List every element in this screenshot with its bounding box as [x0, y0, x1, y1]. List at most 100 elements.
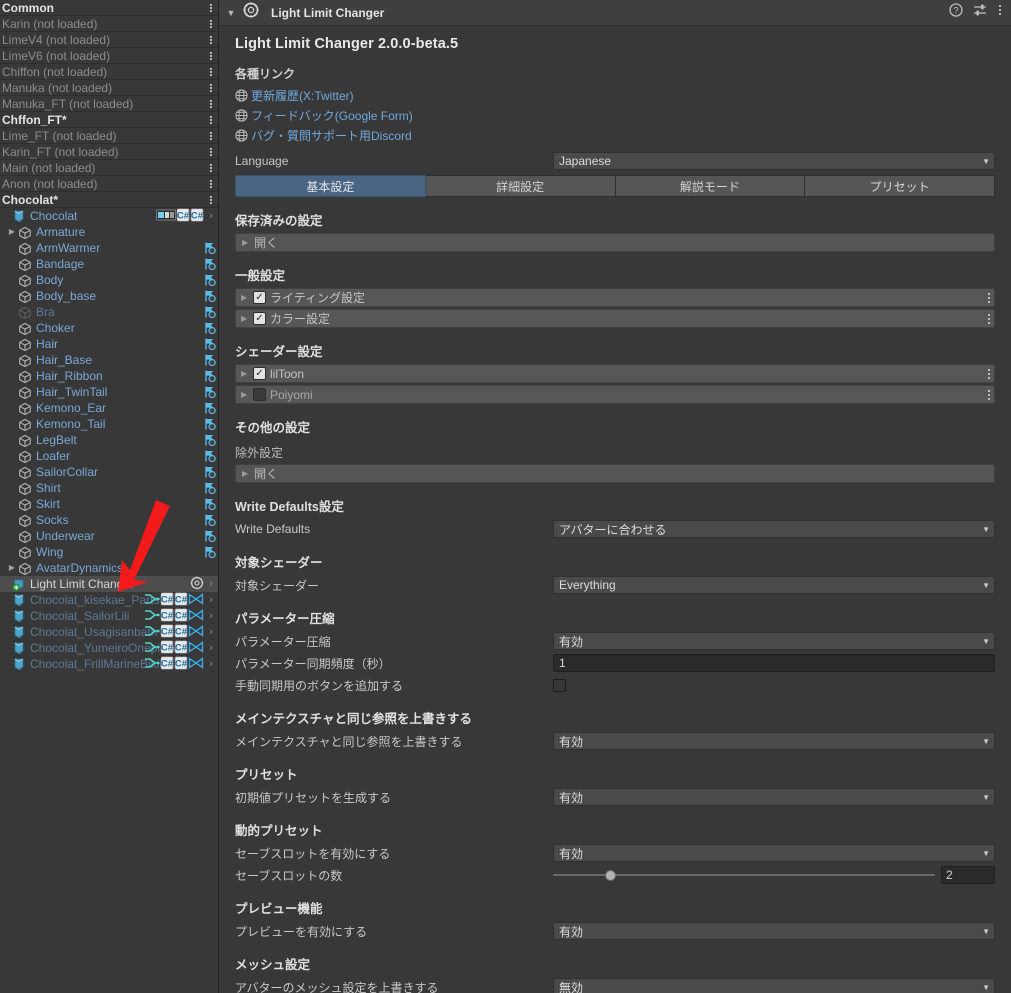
chevron-right-icon[interactable]: ›	[204, 658, 218, 670]
script-icon[interactable]: C#	[160, 607, 174, 625]
hierarchy-item-chocolat-yumeiroonepiece[interactable]: Chocolat_YumeiroOnepiece C# C# ›	[0, 639, 218, 657]
link-row[interactable]: フィードバック(Google Form)	[235, 105, 995, 125]
flag-eye-icon[interactable]	[204, 545, 218, 559]
link-row[interactable]: 更新履歴(X:Twitter)	[235, 85, 995, 105]
scene-row[interactable]: Manuka (not loaded)	[0, 80, 218, 96]
preview-dropdown[interactable]: 有効 ▼	[553, 922, 995, 940]
camera-icon[interactable]	[156, 208, 176, 225]
flag-eye-icon[interactable]	[204, 369, 218, 383]
scene-row[interactable]: Lime_FT (not loaded)	[0, 128, 218, 144]
flag-eye-icon[interactable]	[204, 401, 218, 415]
script-icon[interactable]: C#	[174, 591, 188, 609]
tab-1[interactable]: 詳細設定	[425, 175, 616, 197]
script-icon[interactable]: C#	[174, 655, 188, 673]
hierarchy-item-hair-base[interactable]: Hair_Base	[0, 352, 218, 368]
hierarchy-item-wing[interactable]: Wing	[0, 544, 218, 560]
scene-context-menu-icon[interactable]	[204, 67, 218, 77]
flag-eye-icon[interactable]	[204, 433, 218, 447]
ribbon-icon[interactable]	[188, 608, 204, 625]
main-texture-dropdown[interactable]: 有効 ▼	[553, 732, 995, 750]
mesh-override-dropdown[interactable]: 無効 ▼	[553, 978, 995, 993]
more-menu-icon[interactable]	[997, 3, 1003, 22]
scene-row[interactable]: Karin_FT (not loaded)	[0, 144, 218, 160]
expand-arrow-icon[interactable]: ▶	[6, 224, 18, 240]
flag-eye-icon[interactable]	[204, 273, 218, 287]
link-row[interactable]: バグ・質問サポート用Discord	[235, 125, 995, 145]
flag-eye-icon[interactable]	[204, 321, 218, 335]
param-compress-input-1[interactable]: 1	[553, 654, 995, 672]
hierarchy-item-chocolat-kisekae-parts[interactable]: Chocolat_kisekae_Parts C# C# ›	[0, 591, 218, 609]
hierarchy-item-chocolat-sailorlili[interactable]: Chocolat_SailorLili C# C# ›	[0, 607, 218, 625]
scene-context-menu-icon[interactable]	[204, 131, 218, 141]
flag-eye-icon[interactable]	[204, 305, 218, 319]
scene-row[interactable]: Anon (not loaded)	[0, 176, 218, 192]
flag-eye-icon[interactable]	[204, 337, 218, 351]
merge-icon[interactable]	[144, 592, 160, 609]
flag-eye-icon[interactable]	[204, 353, 218, 367]
tab-0[interactable]: 基本設定	[235, 175, 426, 197]
chevron-right-icon[interactable]: ▶	[241, 369, 249, 378]
gear-icon[interactable]	[190, 576, 204, 593]
preset-dropdown[interactable]: 有効 ▼	[553, 788, 995, 806]
chevron-right-icon[interactable]: ›	[204, 210, 218, 222]
script-icon[interactable]: C#	[160, 591, 174, 609]
save-slot-count-input[interactable]: 2	[941, 866, 995, 884]
hierarchy-panel[interactable]: Common Karin (not loaded) LimeV4 (not load…	[0, 0, 219, 993]
shader-setting-checkbox[interactable]: ✓	[253, 388, 266, 401]
tab-3[interactable]: プリセット	[805, 175, 995, 197]
external-link[interactable]: フィードバック(Google Form)	[251, 107, 413, 124]
flag-eye-icon[interactable]	[204, 465, 218, 479]
scene-row[interactable]: Manuka_FT (not loaded)	[0, 96, 218, 112]
row-menu-icon[interactable]	[988, 313, 990, 325]
general-setting-checkbox[interactable]: ✓	[253, 291, 266, 304]
flag-eye-icon[interactable]	[204, 417, 218, 431]
external-link[interactable]: バグ・質問サポート用Discord	[251, 127, 412, 144]
hierarchy-item-avatardynamics[interactable]: ▶ AvatarDynamics	[0, 560, 218, 576]
general-setting-row-0[interactable]: ▶ ✓ ライティング設定	[235, 288, 995, 307]
shader-setting-row-0[interactable]: ▶ ✓ lilToon	[235, 364, 995, 383]
hierarchy-item-underwear[interactable]: Underwear	[0, 528, 218, 544]
save-slot-count-slider[interactable]	[553, 866, 935, 884]
scene-context-menu-icon[interactable]	[204, 147, 218, 157]
scene-context-menu-icon[interactable]	[204, 195, 218, 205]
scene-row[interactable]: Karin (not loaded)	[0, 16, 218, 32]
script-icon[interactable]: C#	[160, 655, 174, 673]
scene-row[interactable]: Main (not loaded)	[0, 160, 218, 176]
flag-eye-icon[interactable]	[204, 497, 218, 511]
flag-eye-icon[interactable]	[204, 481, 218, 495]
hierarchy-item-legbelt[interactable]: LegBelt	[0, 432, 218, 448]
scene-context-menu-icon[interactable]	[204, 179, 218, 189]
shader-setting-row-1[interactable]: ▶ ✓ Poiyomi	[235, 385, 995, 404]
flag-eye-icon[interactable]	[204, 449, 218, 463]
hierarchy-item-chocolat[interactable]: Chocolat C# C# ›	[0, 207, 218, 225]
scene-context-menu-icon[interactable]	[204, 19, 218, 29]
script-icon[interactable]: C#	[174, 639, 188, 657]
ribbon-icon[interactable]	[188, 624, 204, 641]
flag-eye-icon[interactable]	[204, 385, 218, 399]
saved-settings-open-row[interactable]: ▶ 開く	[235, 233, 995, 252]
hierarchy-item-armwarmer[interactable]: ArmWarmer	[0, 240, 218, 256]
chevron-right-icon[interactable]: ▶	[241, 314, 249, 323]
scene-context-menu-icon[interactable]	[204, 83, 218, 93]
merge-icon[interactable]	[144, 656, 160, 673]
flag-eye-icon[interactable]	[204, 513, 218, 527]
ribbon-icon[interactable]	[188, 592, 204, 609]
preset-icon[interactable]	[973, 3, 987, 22]
scene-row[interactable]: LimeV6 (not loaded)	[0, 48, 218, 64]
hierarchy-item-sailorcollar[interactable]: SailorCollar	[0, 464, 218, 480]
hierarchy-item-shirt[interactable]: Shirt	[0, 480, 218, 496]
hierarchy-item-body[interactable]: Body	[0, 272, 218, 288]
chevron-right-icon[interactable]: ›	[204, 594, 218, 606]
exclude-settings-open-row[interactable]: ▶ 開く	[235, 464, 995, 483]
script-icon[interactable]: C#	[160, 639, 174, 657]
script-icon[interactable]: C#	[174, 607, 188, 625]
hierarchy-item-chocolat-usagisanbath[interactable]: Chocolat_Usagisanbath C# C# ›	[0, 623, 218, 641]
hierarchy-item-skirt[interactable]: Skirt	[0, 496, 218, 512]
merge-icon[interactable]	[144, 640, 160, 657]
target-shader-dropdown[interactable]: Everything ▼	[553, 576, 995, 594]
chevron-right-icon[interactable]: ›	[204, 642, 218, 654]
scene-row[interactable]: LimeV4 (not loaded)	[0, 32, 218, 48]
general-setting-row-1[interactable]: ▶ ✓ カラー設定	[235, 309, 995, 328]
scene-row[interactable]: Chiffon (not loaded)	[0, 64, 218, 80]
scene-row[interactable]: Chocolat*	[0, 192, 218, 208]
